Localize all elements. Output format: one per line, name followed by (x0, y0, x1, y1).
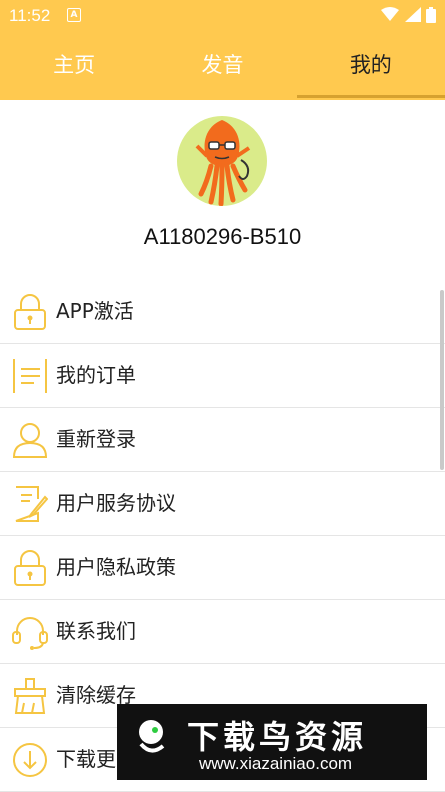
menu-item-label: APP激活 (56, 299, 134, 323)
menu-item-label: 用户服务协议 (56, 491, 176, 515)
user-icon (12, 423, 48, 458)
lock-icon (14, 550, 46, 586)
menu-item-label: 重新登录 (56, 427, 136, 451)
scrollbar[interactable] (440, 290, 444, 470)
list-icon (13, 359, 47, 393)
tab-bar: 主页 发音 我的 (0, 36, 445, 98)
menu-item-relogin[interactable]: 重新登录 (0, 408, 445, 472)
lock-icon (14, 294, 46, 330)
tab-mine[interactable]: 我的 (296, 36, 445, 98)
download-icon (13, 743, 47, 777)
avatar[interactable] (177, 116, 267, 206)
signal-icon (405, 7, 421, 22)
status-bar: 11:52 A (0, 0, 445, 32)
menu-item-my-orders[interactable]: 我的订单 (0, 344, 445, 408)
wifi-icon (381, 7, 399, 21)
profile-section: A1180296-B510 (0, 100, 445, 280)
menu-item-service-agreement[interactable]: 用户服务协议 (0, 472, 445, 536)
user-id: A1180296-B510 (143, 224, 302, 249)
menu-item-label: 用户隐私政策 (56, 555, 176, 579)
menu-item-label: 我的订单 (56, 363, 136, 387)
bird-logo-icon (139, 720, 165, 753)
watermark-title: 下载鸟资源 (187, 718, 368, 756)
clear-icon (14, 678, 46, 714)
tab-home[interactable]: 主页 (0, 36, 148, 98)
tab-pronunciation[interactable]: 发音 (148, 36, 296, 98)
menu-item-label: 下载更 (56, 747, 116, 771)
menu-item-app-activation[interactable]: APP激活 (0, 280, 445, 344)
watermark-overlay: 下载鸟资源 www.xiazainiao.com (117, 704, 427, 780)
notification-icon: A (67, 8, 81, 22)
headset-icon (12, 617, 48, 650)
status-time: 11:52 (9, 6, 51, 25)
menu-item-label: 联系我们 (56, 619, 136, 643)
battery-icon (426, 7, 436, 23)
squid-avatar-icon (195, 120, 251, 206)
menu-item-privacy-policy[interactable]: 用户隐私政策 (0, 536, 445, 600)
menu-item-contact-us[interactable]: 联系我们 (0, 600, 445, 664)
document-edit-icon (15, 486, 48, 522)
app-header: 11:52 A 主页 发音 我的 (0, 0, 445, 100)
watermark-url: www.xiazainiao.com (199, 754, 353, 773)
